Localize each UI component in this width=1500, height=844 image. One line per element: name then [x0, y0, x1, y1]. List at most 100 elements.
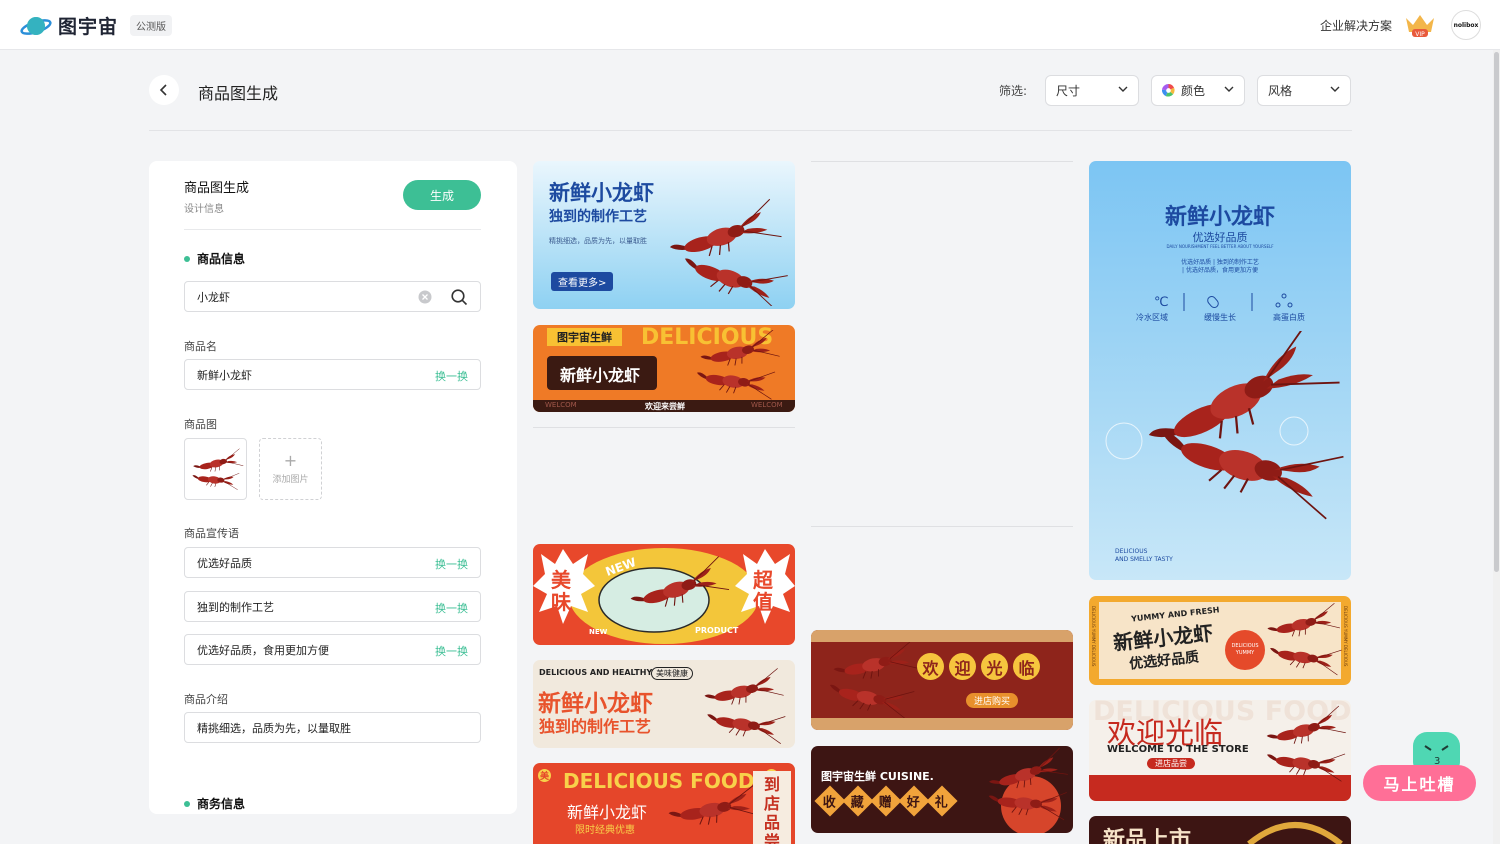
- panel-title: 商品图生成: [184, 181, 250, 196]
- back-button[interactable]: [149, 75, 179, 105]
- page-scrollbar-thumb[interactable]: [1494, 52, 1499, 572]
- style-filter-select[interactable]: 风格: [1257, 75, 1351, 106]
- size-filter-select[interactable]: 尺寸: [1045, 75, 1139, 106]
- product-image-thumbnail[interactable]: [184, 438, 247, 500]
- swap-slogan-3-button[interactable]: 换一换: [435, 643, 468, 659]
- chevron-down-icon: [1118, 86, 1128, 92]
- crayfish-image: [693, 330, 781, 400]
- svg-text:℃: ℃: [1154, 295, 1169, 310]
- slogan-input-1[interactable]: 优选好品质 换一换: [184, 547, 481, 578]
- card-small-text: 精挑细选，品质为先，以量取胜: [549, 237, 647, 245]
- crayfish-image: [1263, 705, 1347, 783]
- product-name-label: 商品名: [184, 340, 217, 353]
- card-subtitle: 优选好品质: [1192, 231, 1248, 244]
- card-footer-1: DELICIOUS: [1115, 548, 1148, 555]
- search-icon[interactable]: [451, 289, 468, 306]
- swap-name-button[interactable]: 换一换: [435, 368, 468, 384]
- design-card-fresh-blue-banner[interactable]: 新鲜小龙虾 独到的制作工艺 精挑细选，品质为先，以量取胜 查看更多>: [533, 161, 795, 309]
- gift-char: 礼: [926, 785, 958, 817]
- card-desc-2: | 优选好品质，食用更加方便: [1182, 267, 1258, 274]
- filter-label: 筛选:: [999, 84, 1028, 98]
- card-title: 新鲜小龙虾: [1164, 205, 1275, 230]
- product-search-input[interactable]: 小龙虾: [184, 281, 481, 312]
- crayfish-image: [825, 642, 921, 718]
- gift-char-text: 藏: [851, 795, 865, 811]
- product-info-label: 商品信息: [197, 252, 246, 266]
- design-card-gift-dark[interactable]: 图宇宙生鲜 CUISINE. 收 藏 赠 好 礼: [811, 746, 1073, 833]
- crayfish-image: [190, 448, 244, 491]
- card-subtitle: 限时经典优惠: [575, 825, 635, 836]
- feedback-button[interactable]: 马上吐槽: [1363, 765, 1476, 801]
- panel-divider: [184, 229, 481, 230]
- planet-logo-icon: [20, 16, 52, 35]
- card-button: 进店购买: [966, 693, 1019, 708]
- design-card-delicious-orange-banner[interactable]: 图宇宙生鲜 DELICIOUS 新鲜小龙虾 WELCOM 欢迎来尝鲜 WELCO…: [533, 325, 795, 412]
- add-image-button[interactable]: + 添加图片: [259, 438, 322, 500]
- business-info-label: 商务信息: [197, 797, 246, 811]
- color-filter-value: 颜色: [1181, 84, 1206, 98]
- card-right-text: 超值: [753, 568, 773, 614]
- swap-slogan-1-button[interactable]: 换一换: [435, 556, 468, 572]
- loading-placeholder-line: [811, 526, 1073, 527]
- slogan-input-2[interactable]: 独到的制作工艺 换一换: [184, 591, 481, 622]
- card-top-text: DELICIOUS AND HEALTHY: [539, 668, 653, 677]
- gift-char: 收: [814, 785, 846, 817]
- card-title: 新品上市: [1103, 828, 1192, 844]
- product-search-value: 小龙虾: [197, 290, 230, 304]
- card-gift-chars: 收 藏 赠 好 礼: [814, 785, 958, 817]
- product-info-heading: 商品信息: [184, 250, 245, 267]
- card-side-text-left: DELICIOUS YUMMY DELICIOUS: [1091, 606, 1096, 667]
- card-tiny-text: DAILY NOURISHMENT FEEL BETTER ABOUT YOUR…: [1166, 244, 1274, 249]
- top-bar: 图宇宙 公测版 企业解决方案 VIP nolibox: [0, 0, 1500, 50]
- design-card-new-product-burst[interactable]: 美味 超值 NEW NEW PRODUCT: [533, 544, 795, 645]
- swap-slogan-2-button[interactable]: 换一换: [435, 600, 468, 616]
- chevron-down-icon: [1224, 86, 1234, 92]
- title-char: 欢: [917, 653, 944, 680]
- logo[interactable]: 图宇宙 公测版: [20, 12, 173, 39]
- product-name-input[interactable]: 新鲜小龙虾 换一换: [184, 359, 481, 390]
- feature-label-2: 缓慢生长: [1204, 313, 1236, 322]
- design-card-welcome-store[interactable]: DELICIOUS FOOD 欢迎光临 WELCOME TO THE STORE…: [1089, 700, 1351, 801]
- slogan-input-3[interactable]: 优选好品质，食用更加方便 换一换: [184, 634, 481, 665]
- design-card-delicious-food-red[interactable]: 美 DELICIOUS FOOD 味 新鲜小龙虾 限时经典优惠 到店品尝: [533, 763, 795, 844]
- crayfish-image: [984, 747, 1069, 833]
- slogan-label: 商品宣传语: [184, 527, 239, 540]
- card-title: 新鲜小龙虾: [560, 366, 641, 385]
- card-footer-text: 欢迎来尝鲜: [645, 402, 685, 411]
- card-bottom-strip: [811, 718, 1073, 730]
- chevron-down-icon: [1330, 86, 1340, 92]
- slogan-value-3: 优选好品质，食用更加方便: [197, 643, 329, 657]
- card-brand: 图宇宙生鲜: [547, 328, 622, 346]
- product-image-label: 商品图: [184, 418, 217, 431]
- product-intro-input[interactable]: 精挑细选，品质为先，以量取胜: [184, 712, 481, 743]
- gift-char: 藏: [842, 785, 874, 817]
- color-filter-select[interactable]: 颜色: [1151, 75, 1245, 106]
- crayfish-image: [1105, 331, 1348, 523]
- enterprise-solutions-link[interactable]: 企业解决方案: [1320, 17, 1392, 34]
- clear-icon[interactable]: [418, 290, 432, 304]
- business-info-heading: 商务信息: [184, 795, 245, 812]
- generate-button[interactable]: 生成: [403, 180, 481, 210]
- design-card-tall-blue-poster[interactable]: 新鲜小龙虾 优选好品质 DAILY NOURISHMENT FEEL BETTE…: [1089, 161, 1351, 580]
- title-char: 光: [981, 653, 1008, 680]
- crayfish-image: [701, 667, 787, 746]
- card-subtitle: WELCOME TO THE STORE: [1107, 744, 1249, 755]
- crayfish-image: [665, 783, 753, 831]
- user-avatar[interactable]: nolibox: [1451, 10, 1481, 40]
- title-char: 临: [1013, 653, 1040, 680]
- gift-char: 赠: [870, 785, 902, 817]
- crayfish-image: [664, 198, 790, 306]
- card-subtitle: 独到的制作工艺: [539, 717, 652, 736]
- feature-icons: ℃: [1154, 293, 1293, 311]
- card-side-text-right: DELICIOUS YUMMY DELICIOUS: [1343, 606, 1348, 667]
- crayfish-image: [1264, 602, 1344, 677]
- vip-crown-icon[interactable]: VIP: [1404, 12, 1436, 38]
- design-form-panel: 商品图生成 设计信息 生成 商品信息 小龙虾 商品名 新鲜小龙虾 换一换 商品图…: [149, 161, 517, 814]
- design-card-new-arrival[interactable]: 新品上市: [1089, 816, 1351, 844]
- product-intro-label: 商品介绍: [184, 693, 228, 706]
- app-name: 图宇宙: [58, 16, 119, 38]
- design-card-healthy-cream[interactable]: DELICIOUS AND HEALTHY 美味健康 新鲜小龙虾 独到的制作工艺: [533, 660, 795, 748]
- panel-subtitle: 设计信息: [184, 204, 224, 215]
- design-card-welcome-dark-red[interactable]: 欢 迎 光 临 进店购买: [811, 630, 1073, 730]
- design-card-yummy-orange[interactable]: YUMMY AND FRESH 新鲜小龙虾 优选好品质 DELICIOUS YU…: [1089, 596, 1351, 685]
